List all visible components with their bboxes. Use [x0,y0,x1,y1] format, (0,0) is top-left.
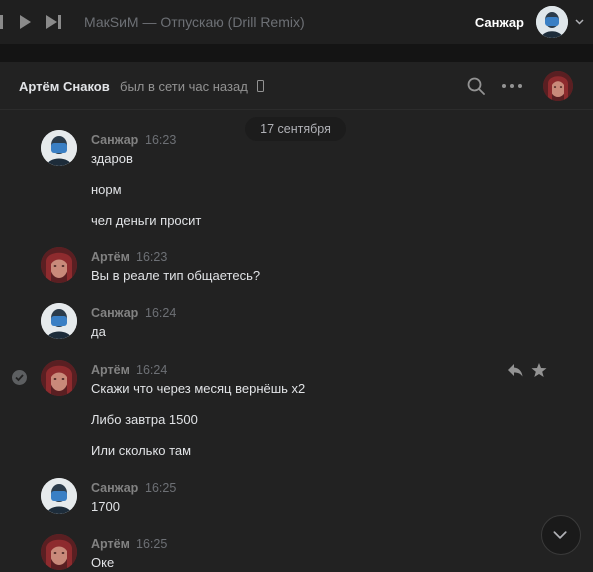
play-icon[interactable] [20,15,31,29]
message-time[interactable]: 16:24 [136,363,167,377]
message-time[interactable]: 16:23 [145,133,176,147]
select-check-icon[interactable] [12,370,27,385]
message-time[interactable]: 16:25 [145,481,176,495]
chat-header: Артём Снаков был в сети час назад [0,62,593,110]
sender-avatar[interactable] [41,360,77,396]
message-history: 17 сентября Санжар 16:23 здаров норм чел… [0,110,593,572]
peer-status: был в сети час назад [120,79,248,94]
current-track-title[interactable]: МакSиМ — Отпускаю (Drill Remix) [84,14,305,30]
next-track-icon[interactable] [46,15,62,29]
reply-icon[interactable] [507,363,523,377]
message-text: чел деньги просит [91,213,202,228]
message-author[interactable]: Артём [91,537,130,551]
peer-avatar[interactable] [543,71,573,101]
message-text: Оке [91,555,115,570]
more-options-icon[interactable] [502,84,522,88]
message-author[interactable]: Санжар [91,481,138,495]
sender-avatar[interactable] [41,247,77,283]
user-avatar[interactable] [536,6,568,38]
sender-avatar[interactable] [41,130,77,166]
message-text: норм [91,182,122,197]
sender-avatar[interactable] [41,478,77,514]
message-time[interactable]: 16:23 [136,250,167,264]
message-time[interactable]: 16:25 [136,537,167,551]
peer-name[interactable]: Артём Снаков [19,79,110,94]
message-text: Либо завтра 1500 [91,412,198,427]
message-text: Вы в реале тип общаетесь? [91,268,261,283]
message-text: да [91,324,106,339]
scroll-down-button[interactable] [541,515,581,555]
message-author[interactable]: Артём [91,363,130,377]
message-author[interactable]: Санжар [91,306,138,320]
audio-player-bar: МакSиМ — Отпускаю (Drill Remix) Санжар [0,0,593,44]
search-icon[interactable] [467,77,485,95]
message-time[interactable]: 16:24 [145,306,176,320]
message-text: Или сколько там [91,443,192,458]
mobile-phone-icon [257,80,264,92]
message-author[interactable]: Санжар [91,133,138,147]
message-text: здаров [91,151,133,166]
message-text: 1700 [91,499,120,514]
date-separator: 17 сентября [245,117,346,141]
sender-avatar[interactable] [41,303,77,339]
divider [0,44,593,62]
message-text: Скажи что через месяц вернёшь х2 [91,381,306,396]
chevron-down-icon[interactable] [575,17,584,26]
sender-avatar[interactable] [41,534,77,570]
current-user-name[interactable]: Санжар [475,15,524,30]
chevron-down-icon [553,531,567,539]
message-author[interactable]: Артём [91,250,130,264]
star-icon[interactable] [531,362,547,378]
previous-track-icon[interactable] [0,15,6,29]
